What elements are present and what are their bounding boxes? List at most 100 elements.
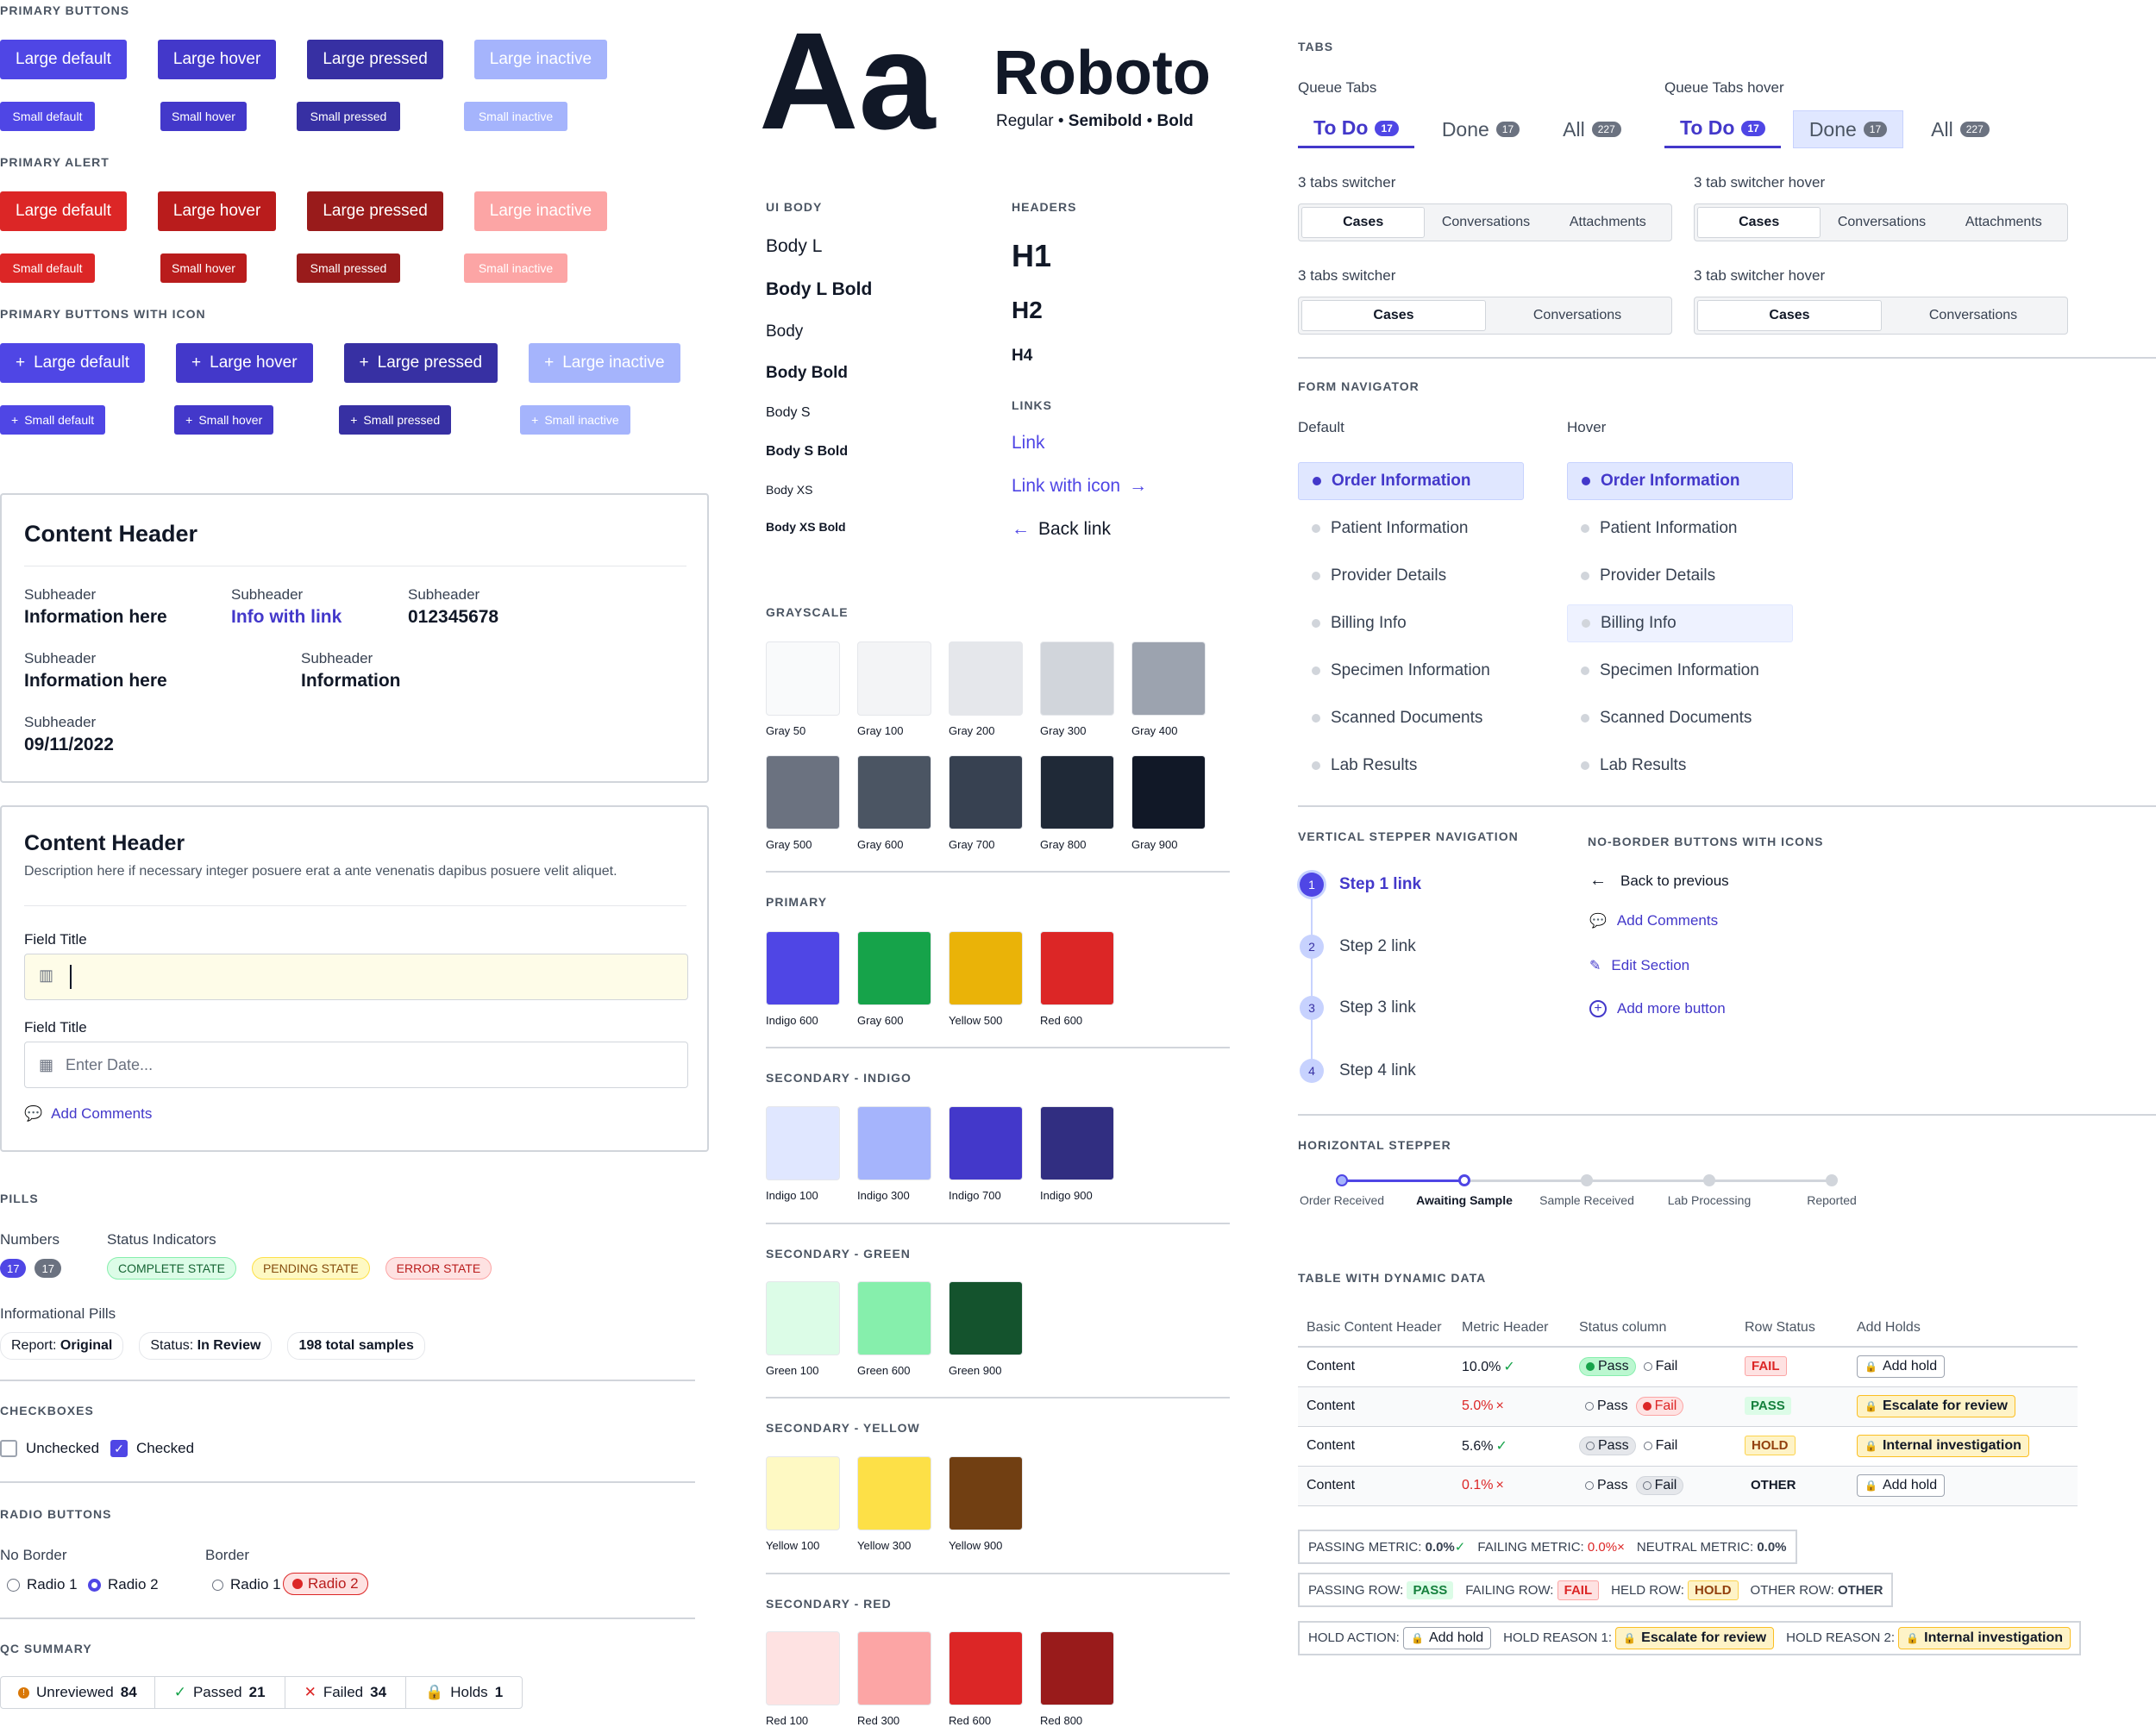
large-inactive-button[interactable]: Large inactive [473,40,608,79]
form-nav-item[interactable]: Billing Info [1567,604,1793,642]
unchecked-checkbox[interactable]: Unchecked [0,1440,99,1457]
add-more-button[interactable]: + Add more button [1589,1000,1726,1017]
large-hover-button[interactable]: Large hover [157,40,277,79]
barcode-input[interactable]: ▥ [24,954,688,1000]
alert-small-inactive-button[interactable]: Small inactive [464,253,567,283]
small-inactive-button[interactable]: Small inactive [464,102,567,131]
radio-circle-selected[interactable] [292,1579,303,1589]
back-to-previous-button[interactable]: ← Back to previous [1589,871,1729,891]
add-hold-button[interactable]: 🔒 Escalate for review [1857,1395,2015,1417]
step-link[interactable]: Step 2 link [1339,937,1416,956]
large-pressed-button[interactable]: Large pressed [307,40,443,79]
fail-toggle[interactable]: Fail [1638,1358,1684,1375]
form-nav-item[interactable]: Patient Information [1298,510,1524,548]
qc-passed[interactable]: ✓ Passed 21 [155,1677,285,1708]
form-nav-item[interactable]: Order Information [1298,462,1524,500]
radio-circle[interactable] [7,1578,20,1592]
checkbox-box[interactable] [0,1440,17,1457]
radio-circle-selected[interactable] [88,1578,101,1592]
switch-attachments[interactable]: Attachments [1943,207,2065,238]
icon-small-pressed-button[interactable]: + Small pressed [339,405,452,435]
form-nav-item[interactable]: Scanned Documents [1298,699,1524,737]
radio-1[interactable]: Radio 1 [7,1576,78,1593]
form-nav-item[interactable]: Billing Info [1298,604,1524,642]
small-hover-button[interactable]: Small hover [160,102,247,131]
tab-done[interactable]: Done 17 [1426,110,1535,148]
switch-attachments[interactable]: Attachments [1547,207,1669,238]
step-link[interactable]: Step 1 link [1339,875,1421,894]
tab-all[interactable]: All 227 [1915,110,2005,148]
tab-to-do[interactable]: To Do 17 [1298,110,1414,148]
step-link[interactable]: Step 3 link [1339,998,1416,1017]
edit-section-button[interactable]: ✎ Edit Section [1589,957,1689,974]
switch-conversations[interactable]: Conversations [1882,300,2065,331]
alert-large-hover-button[interactable]: Large hover [157,191,277,231]
form-nav-item[interactable]: Patient Information [1567,510,1793,548]
alert-small-default-button[interactable]: Small default [0,253,95,283]
icon-small-hover-button[interactable]: + Small hover [174,405,274,435]
add-hold-button[interactable]: 🔒 Add hold [1857,1474,1946,1497]
check-icon[interactable]: ✓ [110,1440,128,1457]
link-with-icon[interactable]: Link with icon → [1012,476,1147,497]
alert-large-inactive-button[interactable]: Large inactive [473,191,608,231]
form-nav-item[interactable]: Scanned Documents [1567,699,1793,737]
alert-large-default-button[interactable]: Large default [0,191,127,231]
qc-holds[interactable]: 🔒 Holds 1 [406,1677,522,1708]
fail-toggle[interactable]: Fail [1635,1476,1684,1495]
info-link[interactable]: Info with link [231,607,342,628]
alert-large-pressed-button[interactable]: Large pressed [307,191,443,231]
pass-toggle[interactable]: Pass [1579,1357,1636,1377]
pass-toggle[interactable]: Pass [1579,1398,1634,1415]
pass-toggle[interactable]: Pass [1579,1436,1636,1455]
tab-done-hover[interactable]: Done 17 [1792,110,1904,148]
form-nav-item[interactable]: Lab Results [1567,747,1793,785]
qc-unreviewed[interactable]: ! Unreviewed 84 [1,1677,155,1708]
switch-cases[interactable]: Cases [1301,300,1486,331]
small-pressed-button[interactable]: Small pressed [297,102,400,131]
add-comments-button[interactable]: 💬 Add Comments [24,1105,152,1123]
step-link[interactable]: Step 4 link [1339,1061,1416,1080]
investigation-hold-button[interactable]: 🔒 Internal investigation [1898,1627,2071,1649]
alert-small-hover-button[interactable]: Small hover [160,253,247,283]
form-nav-item[interactable]: Specimen Information [1567,652,1793,690]
escalate-hold-button[interactable]: 🔒 Escalate for review [1615,1627,1775,1649]
icon-large-pressed-button[interactable]: + Large pressed [343,343,498,383]
add-hold-button[interactable]: 🔒 Internal investigation [1857,1435,2029,1457]
icon-small-default-button[interactable]: + Small default [0,405,106,435]
radio-2[interactable]: Radio 2 [88,1576,159,1593]
tab-to-do[interactable]: To Do 17 [1664,110,1781,148]
switch-conversations[interactable]: Conversations [1425,207,1546,238]
back-link[interactable]: ← Back link [1012,519,1111,540]
form-nav-item[interactable]: Specimen Information [1298,652,1524,690]
qc-failed[interactable]: ✕ Failed 34 [285,1677,407,1708]
switch-cases[interactable]: Cases [1697,300,1882,331]
icon-large-hover-button[interactable]: + Large hover [176,343,313,383]
switch-conversations[interactable]: Conversations [1821,207,1942,238]
icon-large-inactive-button[interactable]: + Large inactive [529,343,680,383]
checked-checkbox[interactable]: ✓ Checked [110,1440,194,1457]
radio-circle[interactable] [212,1579,223,1591]
radio-border-1[interactable]: Radio 1 [212,1576,281,1593]
link-sample[interactable]: Link [1012,433,1045,454]
form-nav-item[interactable]: Order Information [1567,462,1793,500]
icon-small-inactive-button[interactable]: + Small inactive [520,405,630,435]
radio-border-2[interactable]: Radio 2 [283,1573,368,1595]
tab-all[interactable]: All 227 [1547,110,1637,148]
small-default-button[interactable]: Small default [0,102,95,131]
alert-small-pressed-button[interactable]: Small pressed [297,253,400,283]
date-input[interactable]: ▦ Enter Date... [24,1042,688,1088]
form-nav-item[interactable]: Provider Details [1567,557,1793,595]
switch-cases[interactable]: Cases [1697,207,1821,238]
add-hold-button[interactable]: 🔒 Add hold [1403,1627,1492,1649]
fail-toggle[interactable]: Fail [1635,1397,1684,1416]
icon-large-default-button[interactable]: + Large default [0,343,146,383]
form-nav-item[interactable]: Provider Details [1298,557,1524,595]
switch-conversations[interactable]: Conversations [1486,300,1669,331]
fail-toggle[interactable]: Fail [1638,1437,1684,1455]
add-hold-button[interactable]: 🔒 Add hold [1857,1355,1946,1379]
large-default-button[interactable]: Large default [0,40,127,79]
form-nav-item[interactable]: Lab Results [1298,747,1524,785]
pass-toggle[interactable]: Pass [1579,1477,1634,1494]
switch-cases[interactable]: Cases [1301,207,1426,238]
add-comments-nb-button[interactable]: 💬 Add Comments [1589,912,1718,929]
